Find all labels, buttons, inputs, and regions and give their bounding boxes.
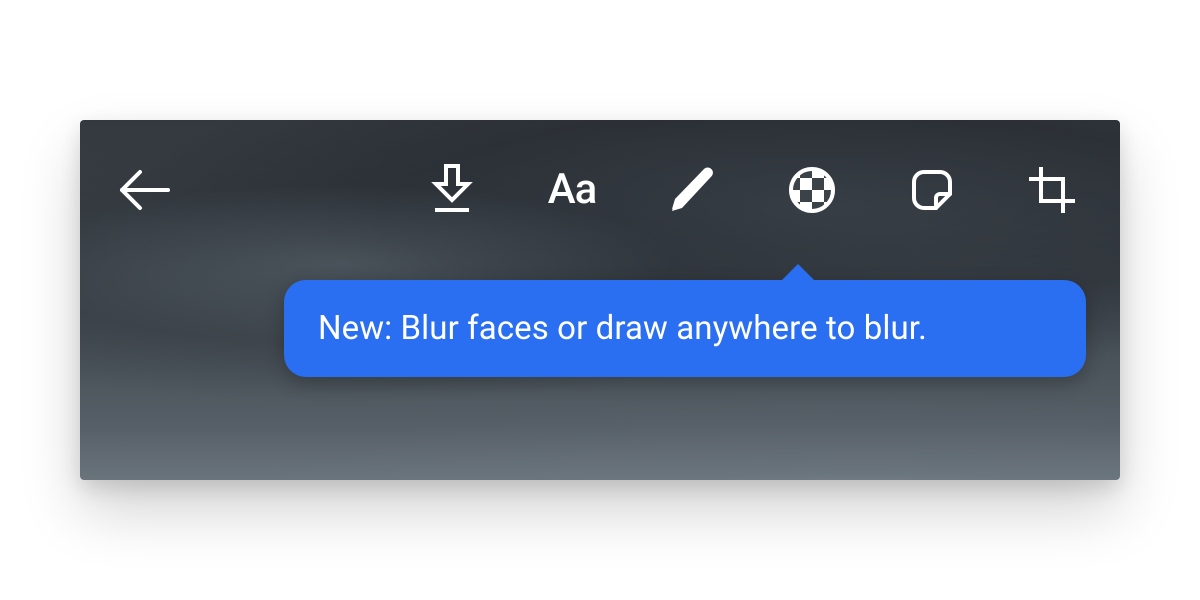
text-icon: Aa — [548, 169, 597, 211]
sticker-tool[interactable] — [904, 162, 960, 218]
text-tool[interactable]: Aa — [544, 162, 600, 218]
blur-tool[interactable] — [784, 162, 840, 218]
editor-card: Aa — [80, 120, 1120, 480]
sticker-icon — [908, 166, 956, 214]
blur-feature-tooltip[interactable]: New: Blur faces or draw anywhere to blur… — [284, 280, 1086, 377]
editor-toolbar: Aa — [80, 120, 1120, 260]
back-arrow-icon — [116, 168, 172, 212]
tool-group: Aa — [424, 162, 1086, 218]
download-icon — [429, 164, 475, 216]
back-button[interactable] — [114, 160, 174, 220]
save-tool[interactable] — [424, 162, 480, 218]
crop-tool[interactable] — [1024, 162, 1080, 218]
crop-icon — [1027, 165, 1077, 215]
blur-checker-icon — [788, 166, 836, 214]
pen-icon — [668, 166, 716, 214]
tooltip-text: New: Blur faces or draw anywhere to blur… — [318, 309, 927, 348]
draw-tool[interactable] — [664, 162, 720, 218]
